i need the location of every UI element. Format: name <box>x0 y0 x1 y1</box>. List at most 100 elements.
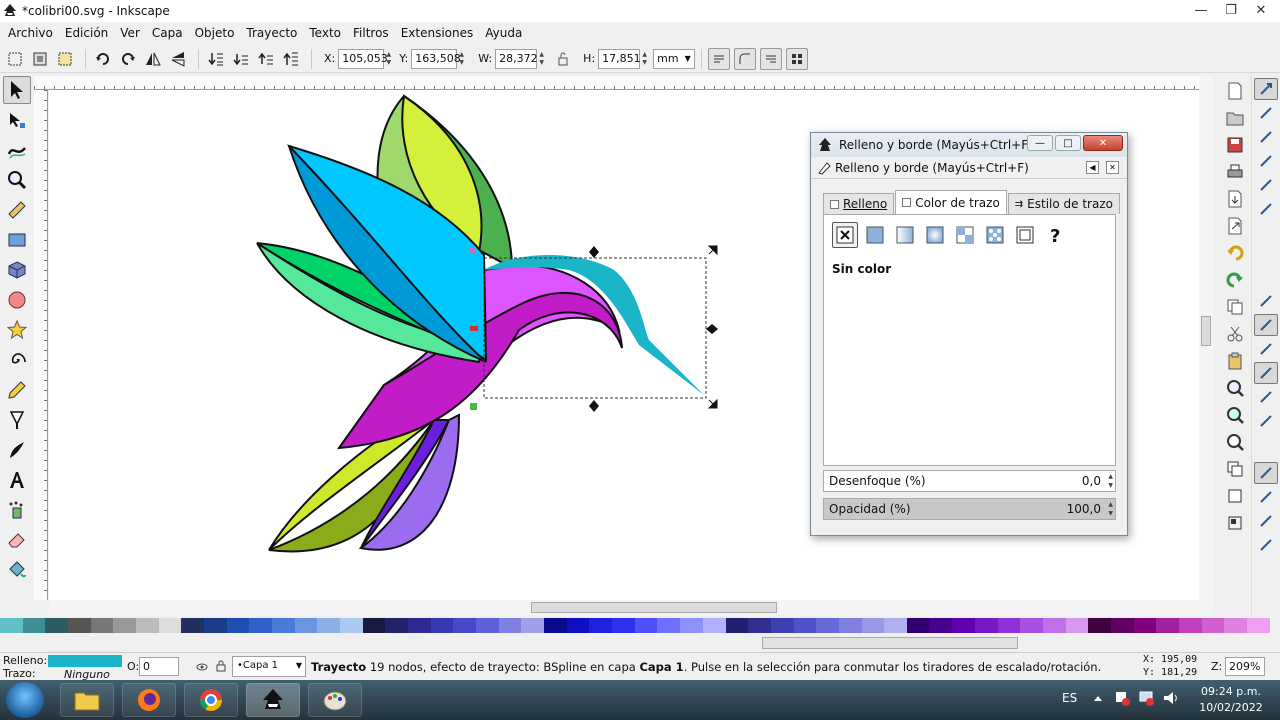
palette-swatch[interactable] <box>294 618 318 633</box>
opacity-value[interactable]: 100,0 <box>1067 502 1101 516</box>
ellipse-tool[interactable] <box>3 286 31 314</box>
raise-button[interactable] <box>255 48 277 70</box>
opacity-slider[interactable]: Opacidad (%) 100,0 ▲ ▼ <box>823 498 1116 520</box>
palette-scrollbar[interactable] <box>0 634 1280 652</box>
group-button[interactable] <box>1223 511 1247 535</box>
palette-swatch[interactable] <box>1110 618 1134 633</box>
selector-tool[interactable] <box>3 76 31 104</box>
palette-swatch[interactable] <box>1246 618 1270 633</box>
mesh-gradient-button[interactable] <box>952 222 978 248</box>
palette-swatch[interactable] <box>521 618 545 633</box>
palette-swatch[interactable] <box>997 618 1021 633</box>
snap-line-midpoint-button[interactable] <box>1254 410 1278 432</box>
snap-bbox-button[interactable] <box>1254 102 1278 124</box>
unset-paint-button[interactable]: ? <box>1042 222 1068 248</box>
palette-swatch[interactable] <box>906 618 930 633</box>
raise-to-top-button[interactable] <box>280 48 302 70</box>
taskbar-paint[interactable] <box>308 683 362 717</box>
palette-swatch[interactable] <box>181 618 205 633</box>
zoom-tool[interactable] <box>3 166 31 194</box>
palette-swatch[interactable] <box>158 618 182 633</box>
palette-swatch[interactable] <box>634 618 658 633</box>
rotate-ccw-button[interactable] <box>92 48 114 70</box>
palette-swatch[interactable] <box>340 618 363 633</box>
snap-paths-button[interactable] <box>1254 314 1278 336</box>
start-button[interactable] <box>6 682 44 718</box>
layer-select[interactable]: •Capa 1 ▼ <box>232 656 306 677</box>
snap-page-border-button[interactable] <box>1254 510 1278 532</box>
minimize-button[interactable]: — <box>1186 0 1216 20</box>
fill-indicator[interactable] <box>48 655 122 667</box>
palette-swatch[interactable] <box>1178 618 1202 633</box>
menu-archivo[interactable]: Archivo <box>2 26 59 40</box>
palette-swatch[interactable] <box>680 618 703 633</box>
cut-button[interactable] <box>1223 322 1247 346</box>
palette-swatch[interactable] <box>45 618 69 633</box>
horizontal-ruler[interactable] <box>34 76 1200 90</box>
flat-color-button[interactable] <box>862 222 888 248</box>
pencil-tool[interactable] <box>3 376 31 404</box>
palette-swatch[interactable] <box>476 618 499 633</box>
palette-swatch[interactable] <box>1133 618 1157 633</box>
radial-gradient-button[interactable] <box>922 222 948 248</box>
menu-texto[interactable]: Texto <box>303 26 347 40</box>
snap-bbox-corner-button[interactable] <box>1254 150 1278 172</box>
move-gradients-button[interactable] <box>759 47 782 70</box>
palette-swatch[interactable] <box>770 618 794 633</box>
zoom-input[interactable]: 209% <box>1225 657 1265 676</box>
maximize-button[interactable]: ❐ <box>1216 0 1246 20</box>
palette-swatch[interactable] <box>249 618 273 633</box>
palette-swatch[interactable] <box>566 618 590 633</box>
spray-tool[interactable] <box>3 496 31 524</box>
spiral-tool[interactable] <box>3 346 31 374</box>
palette-swatch[interactable] <box>612 618 635 633</box>
flip-vertical-button[interactable] <box>167 48 189 70</box>
opacity-input[interactable]: 0 <box>139 657 179 676</box>
palette-swatch[interactable] <box>793 618 817 633</box>
node-tool[interactable] <box>3 106 31 134</box>
palette-swatch[interactable] <box>838 618 862 633</box>
menu-ayuda[interactable]: Ayuda <box>479 26 528 40</box>
zoom-page-button[interactable] <box>1223 430 1247 454</box>
palette-swatch[interactable] <box>498 618 522 633</box>
palette-swatch[interactable] <box>589 618 613 633</box>
y-spinner[interactable]: ▲ ▼ <box>457 49 466 69</box>
snap-smooth-button[interactable] <box>1254 386 1278 408</box>
panel-close-button[interactable]: ✕ <box>1106 161 1119 174</box>
scrollbar-thumb[interactable] <box>762 637 1018 649</box>
rotate-cw-button[interactable] <box>117 48 139 70</box>
export-button[interactable] <box>1223 214 1247 238</box>
palette-swatch[interactable] <box>1042 618 1066 633</box>
measure-tool[interactable] <box>3 196 31 224</box>
vertical-ruler[interactable] <box>34 90 48 600</box>
palette-swatch[interactable] <box>1088 618 1111 633</box>
snap-intersection-button[interactable] <box>1254 338 1278 360</box>
eraser-tool[interactable] <box>3 526 31 554</box>
menu-ver[interactable]: Ver <box>114 26 146 40</box>
blur-spinner[interactable]: ▲ ▼ <box>1108 472 1113 490</box>
dialog-title-bar[interactable]: Relleno y borde (Mayús+Ctrl+F) — □ ✕ <box>811 133 1127 157</box>
speaker-icon[interactable] <box>1162 690 1180 706</box>
canvas-horizontal-scrollbar[interactable] <box>49 600 1213 615</box>
w-input[interactable]: 28,372 <box>495 48 538 69</box>
copy-button[interactable] <box>1223 295 1247 319</box>
unit-select[interactable]: mm ▼ <box>653 48 695 69</box>
tweak-tool[interactable] <box>3 136 31 164</box>
star-tool[interactable] <box>3 316 31 344</box>
palette-swatch[interactable] <box>226 618 250 633</box>
open-button[interactable] <box>1223 106 1247 130</box>
palette-swatch[interactable] <box>702 618 726 633</box>
snap-grid-button[interactable] <box>1254 534 1278 556</box>
3d-box-tool[interactable] <box>3 256 31 284</box>
palette-swatch[interactable] <box>884 618 907 633</box>
lock-proportions-button[interactable] <box>552 48 574 70</box>
lower-button[interactable] <box>230 48 252 70</box>
print-button[interactable] <box>1223 160 1247 184</box>
palette-swatch[interactable] <box>748 618 771 633</box>
palette-swatch[interactable] <box>317 618 341 633</box>
flip-horizontal-button[interactable] <box>142 48 164 70</box>
scale-stroke-button[interactable] <box>707 47 730 70</box>
pattern-button[interactable] <box>982 222 1008 248</box>
rectangle-tool[interactable] <box>3 226 31 254</box>
palette-swatch[interactable] <box>204 618 227 633</box>
